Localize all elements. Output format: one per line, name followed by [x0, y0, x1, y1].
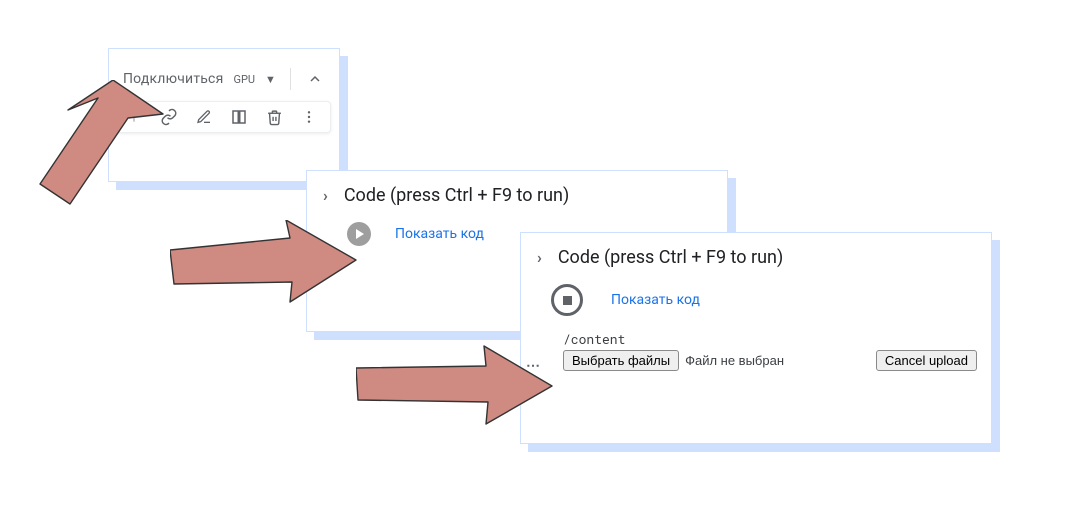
move-up-icon[interactable]	[126, 109, 142, 125]
chevron-up-icon	[307, 71, 323, 87]
cell-title: Code (press Ctrl + F9 to run)	[344, 185, 569, 206]
file-upload-row: Выбрать файлы Файл не выбран Cancel uplo…	[563, 350, 977, 371]
run-cell-button[interactable]	[347, 222, 371, 246]
cancel-upload-button[interactable]: Cancel upload	[876, 350, 977, 371]
connect-row: Подключиться GPU ▼	[109, 61, 339, 101]
show-code-link[interactable]: Показать код	[611, 292, 700, 308]
cell-header: › Code (press Ctrl + F9 to run)	[521, 233, 991, 278]
panel-connect: Подключиться GPU ▼	[108, 48, 340, 182]
cell-run-row: Показать код	[521, 278, 991, 326]
more-icon[interactable]	[301, 109, 317, 125]
chevron-right-icon[interactable]: ›	[537, 248, 542, 267]
cell-title: Code (press Ctrl + F9 to run)	[558, 247, 783, 268]
chevron-right-icon[interactable]: ›	[323, 186, 328, 205]
collapse-button[interactable]	[305, 67, 325, 91]
choose-files-button[interactable]: Выбрать файлы	[563, 350, 679, 371]
cwd-text: /content	[563, 330, 977, 348]
divider	[290, 68, 291, 90]
link-icon[interactable]	[160, 108, 178, 126]
connect-button[interactable]: Подключиться	[123, 71, 223, 87]
mirror-icon[interactable]	[230, 108, 248, 126]
cell-output: /content Выбрать файлы Файл не выбран Ca…	[521, 326, 991, 379]
cell-toolbar	[117, 101, 331, 133]
trash-icon[interactable]	[266, 109, 283, 126]
runtime-dropdown-icon[interactable]: ▼	[265, 73, 276, 86]
file-status-text: Файл не выбран	[685, 353, 784, 368]
cell-header: › Code (press Ctrl + F9 to run)	[307, 171, 727, 216]
panel-code-cell-running: › Code (press Ctrl + F9 to run) Показать…	[520, 232, 992, 444]
ellipsis-icon: ⋯	[526, 358, 542, 374]
stop-cell-button[interactable]	[551, 284, 583, 316]
edit-icon[interactable]	[196, 109, 212, 125]
show-code-link[interactable]: Показать код	[395, 226, 484, 242]
runtime-type-chip: GPU	[233, 73, 255, 86]
